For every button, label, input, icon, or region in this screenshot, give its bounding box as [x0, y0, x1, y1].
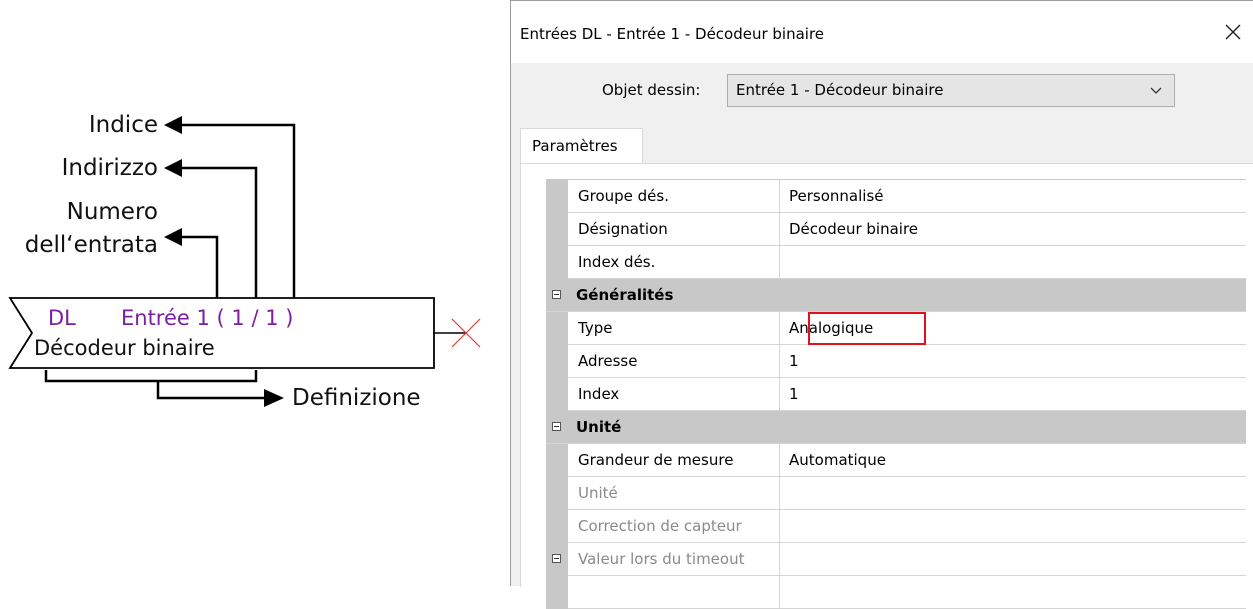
property-name — [568, 576, 780, 609]
row-gutter — [546, 246, 568, 279]
property-name: Index — [568, 378, 780, 411]
property-value[interactable]: Décodeur binaire — [781, 213, 1246, 246]
object-select[interactable]: Entrée 1 - Décodeur binaire — [727, 74, 1175, 107]
property-value — [781, 543, 1246, 576]
block-name: Décodeur binaire — [34, 336, 215, 360]
property-name: Type — [568, 312, 780, 345]
grid-row-designation[interactable]: Désignation Décodeur binaire — [546, 213, 1246, 246]
category-label: Généralités — [576, 286, 674, 304]
row-gutter — [546, 312, 568, 345]
property-name: Correction de capteur — [568, 510, 780, 543]
grid-row-timeout[interactable]: Valeur lors du timeout — [546, 543, 1246, 576]
property-name: Index dés. — [568, 246, 780, 279]
property-value — [781, 510, 1246, 543]
property-grid: Groupe dés. Personnalisé Désignation Déc… — [546, 179, 1246, 609]
property-value[interactable]: 1 — [781, 378, 1246, 411]
row-gutter — [546, 378, 568, 411]
property-name: Unité — [568, 477, 780, 510]
label-numero: Numero — [66, 199, 158, 225]
dialog-title: Entrées DL - Entrée 1 - Décodeur binaire — [520, 25, 825, 43]
grid-row-partial — [546, 576, 1246, 609]
close-icon[interactable] — [1223, 22, 1243, 42]
row-gutter — [546, 345, 568, 378]
property-value — [781, 477, 1246, 510]
collapse-icon[interactable] — [552, 554, 561, 563]
row-gutter — [546, 510, 568, 543]
row-gutter — [546, 213, 568, 246]
tab-parametres-label: Paramètres — [532, 137, 618, 155]
object-select-value: Entrée 1 - Décodeur binaire — [736, 81, 944, 99]
property-value[interactable]: Personnalisé — [781, 180, 1246, 213]
object-label: Objet dessin: — [602, 81, 701, 99]
block-input: Entrée 1 ( 1 / 1 ) — [121, 306, 294, 330]
property-name: Adresse — [568, 345, 780, 378]
row-gutter — [546, 444, 568, 477]
type-highlight-box — [808, 312, 926, 345]
property-name: Désignation — [568, 213, 780, 246]
category-unite[interactable]: Unité — [546, 411, 1246, 444]
grid-row-index[interactable]: Index 1 — [546, 378, 1246, 411]
row-gutter — [546, 180, 568, 213]
grid-row-grandeur[interactable]: Grandeur de mesure Automatique — [546, 444, 1246, 477]
grid-row-adresse[interactable]: Adresse 1 — [546, 345, 1246, 378]
property-name: Valeur lors du timeout — [568, 543, 780, 576]
properties-dialog: Entrées DL - Entrée 1 - Décodeur binaire… — [510, 0, 1253, 609]
grid-row-groupe[interactable]: Groupe dés. Personnalisé — [546, 180, 1246, 213]
property-value[interactable] — [781, 246, 1246, 279]
diagram-lines — [8, 116, 481, 407]
label-indirizzo: Indirizzo — [61, 155, 158, 181]
grid-row-correction[interactable]: Correction de capteur — [546, 510, 1246, 543]
collapse-icon[interactable] — [552, 290, 561, 299]
row-gutter — [546, 477, 568, 510]
tab-parametres[interactable]: Paramètres — [520, 128, 643, 164]
collapse-icon[interactable] — [552, 422, 561, 431]
grid-row-index-des[interactable]: Index dés. — [546, 246, 1246, 279]
label-indice: Indice — [88, 112, 158, 138]
title-bar: Entrées DL - Entrée 1 - Décodeur binaire — [511, 1, 1253, 63]
property-value[interactable]: Automatique — [781, 444, 1246, 477]
property-name: Grandeur de mesure — [568, 444, 780, 477]
category-generalites[interactable]: Généralités — [546, 279, 1246, 312]
row-gutter — [546, 576, 568, 609]
grid-row-unite[interactable]: Unité — [546, 477, 1246, 510]
category-label: Unité — [576, 418, 622, 436]
label-definizione: Definizione — [292, 385, 421, 411]
label-dellentrata: dell‘entrata — [24, 232, 158, 258]
parameters-panel: Groupe dés. Personnalisé Désignation Déc… — [520, 163, 1253, 609]
property-name: Groupe dés. — [568, 180, 780, 213]
chevron-down-icon — [1150, 87, 1162, 94]
block-prefix: DL — [48, 306, 76, 330]
property-value[interactable]: 1 — [781, 345, 1246, 378]
